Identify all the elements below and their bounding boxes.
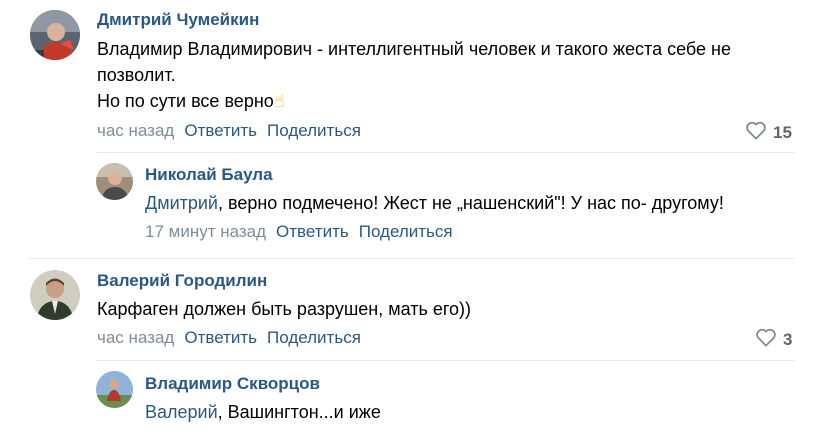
comment-time[interactable]: 17 минут назад xyxy=(145,222,266,241)
avatar[interactable] xyxy=(96,163,133,200)
share-button[interactable]: Поделиться xyxy=(267,121,361,140)
avatar[interactable] xyxy=(30,270,80,320)
reply-button[interactable]: Ответить xyxy=(184,121,257,140)
comment-time[interactable]: час назад xyxy=(97,328,174,347)
reply-button[interactable]: Ответить xyxy=(276,222,349,241)
heart-outline-icon xyxy=(745,120,767,145)
divider xyxy=(30,258,795,259)
comment-text-line: позволит. xyxy=(97,65,176,85)
mention-link[interactable]: Валерий xyxy=(145,402,218,422)
avatar[interactable] xyxy=(30,10,80,60)
share-button[interactable]: Поделиться xyxy=(267,328,361,347)
comment-text-content: , верно подмечено! Жест не „нашенский"! … xyxy=(217,193,724,213)
mention-link[interactable]: Дмитрий xyxy=(145,193,218,213)
comment-text: Владимир Владимирович - интеллигентный ч… xyxy=(97,36,731,114)
comment-author[interactable]: Валерий Городилин xyxy=(97,271,267,291)
comment-text: Карфаген должен быть разрушен, мать его)… xyxy=(97,299,472,319)
divider xyxy=(97,152,795,153)
comment-author[interactable]: Владимир Скворцов xyxy=(145,374,320,394)
divider xyxy=(97,360,795,361)
share-button[interactable]: Поделиться xyxy=(359,222,453,241)
comment-author[interactable]: Николай Баула xyxy=(145,165,273,185)
comment-text-line: Владимир Владимирович - интеллигентный ч… xyxy=(97,39,731,59)
comment-text-content: , Вашингтон...и иже xyxy=(217,402,381,422)
like-count: 15 xyxy=(773,122,792,142)
comment-meta: 17 минут назад Ответить Поделиться xyxy=(145,222,453,242)
comment-author[interactable]: Дмитрий Чумейкин xyxy=(97,10,259,30)
comment-text-line-content: Но по сути все верно xyxy=(97,91,274,111)
like-button[interactable]: 3 xyxy=(755,327,792,352)
like-button[interactable]: 15 xyxy=(745,120,792,145)
reply-button[interactable]: Ответить xyxy=(184,328,257,347)
comment-meta: час назад Ответить Поделиться xyxy=(97,328,361,348)
like-count: 3 xyxy=(783,329,793,349)
heart-outline-icon xyxy=(755,327,777,352)
avatar[interactable] xyxy=(96,371,133,408)
comment-text: Валерий, Вашингтон...и иже xyxy=(145,399,381,425)
comment-time[interactable]: час назад xyxy=(97,121,174,140)
comment-text: Дмитрий, верно подмечено! Жест не „нашен… xyxy=(145,190,724,216)
pointing-up-emoji: ☝ xyxy=(273,91,285,111)
comment-text-line: Но по сути все верно☝ xyxy=(97,88,731,114)
comment-meta: час назад Ответить Поделиться xyxy=(97,121,361,141)
